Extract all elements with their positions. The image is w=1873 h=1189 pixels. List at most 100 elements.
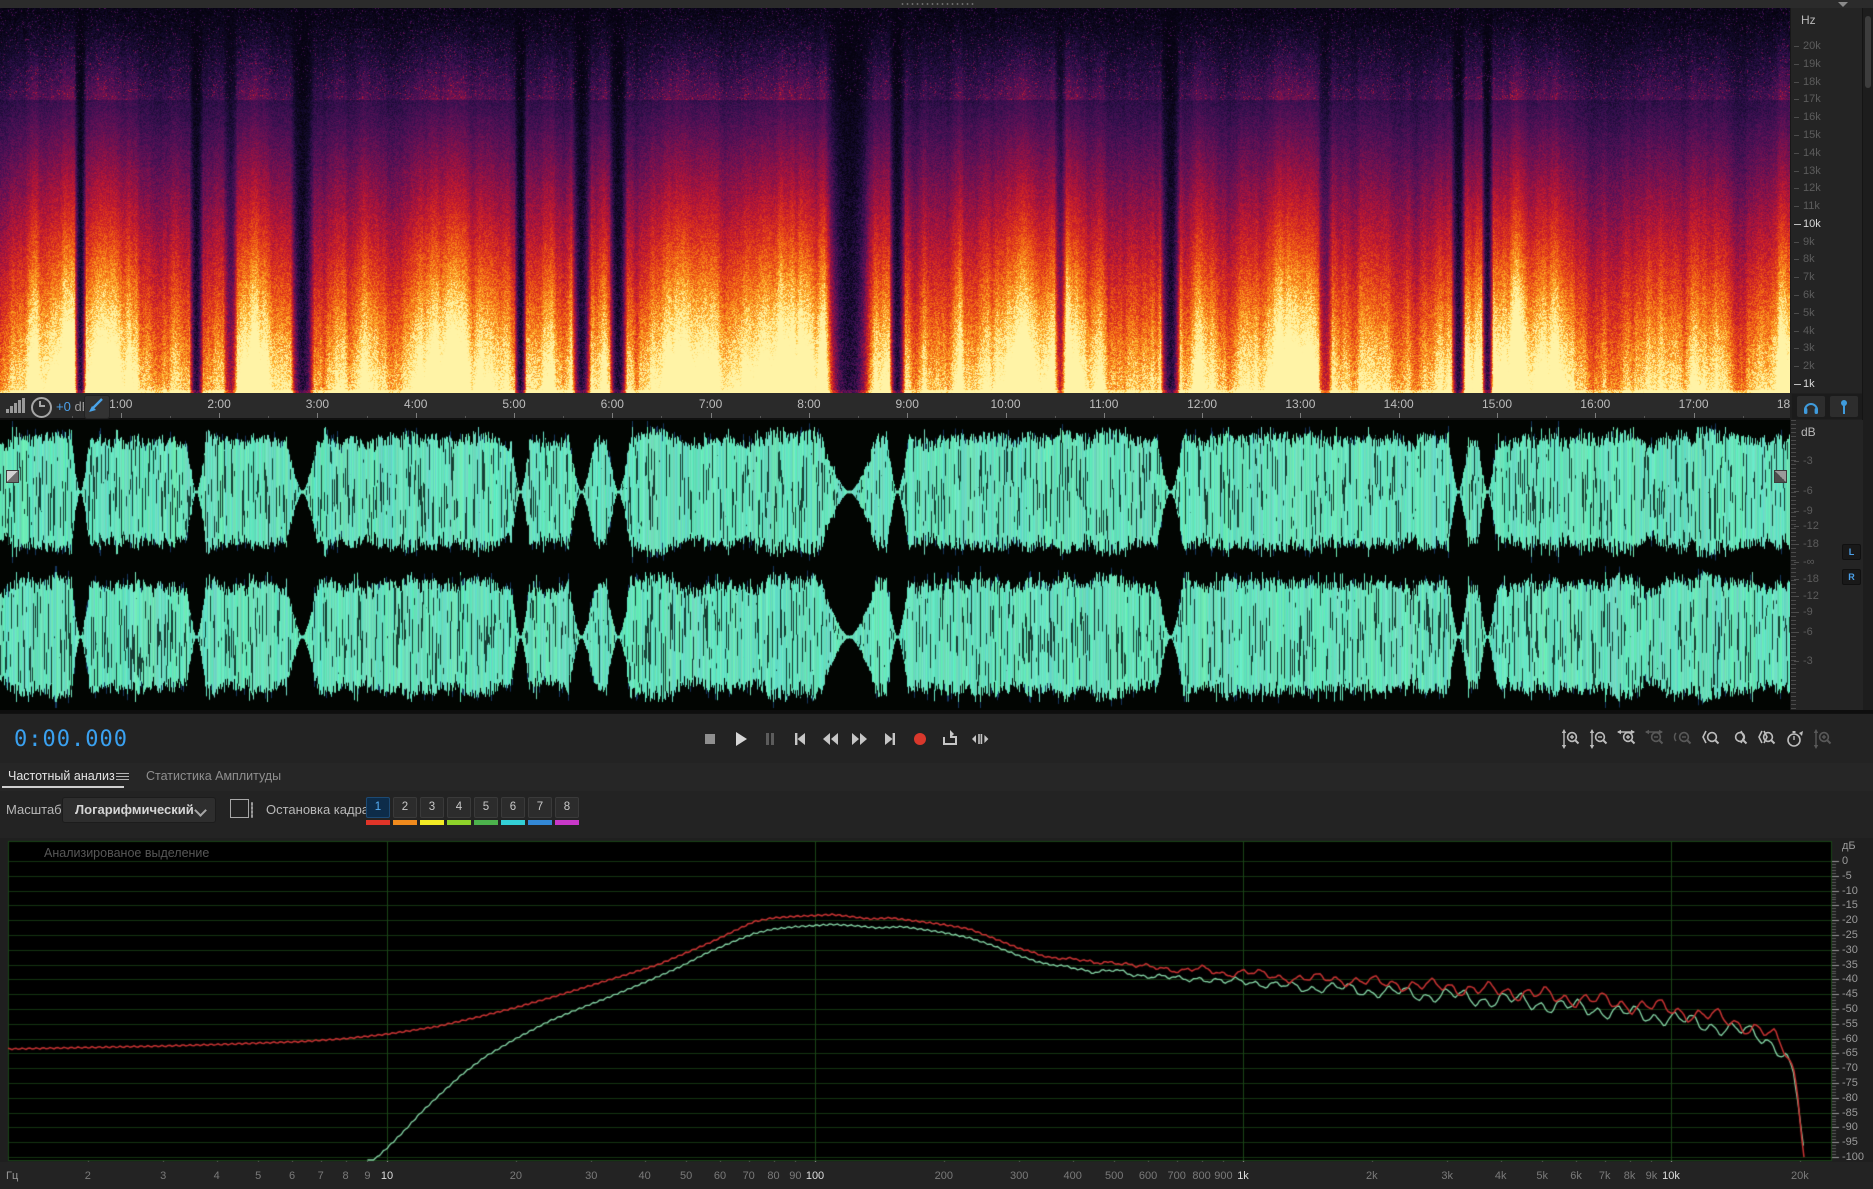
spectrogram-display[interactable] xyxy=(0,8,1790,393)
play-button[interactable] xyxy=(727,727,753,750)
vertical-scrollbar[interactable] xyxy=(1862,8,1873,715)
analysis-tab-bar: Частотный анализ Статистика Амплитуды xyxy=(0,763,1873,791)
frequency-scale[interactable]: Hz 20k 19k 18k 17k 16k 15k 14k 13k 12k 11k 10k 9k 8k… xyxy=(1790,8,1863,393)
zoom-selection-button[interactable] xyxy=(1753,727,1779,750)
freeze-frame-button-3[interactable]: 3 xyxy=(420,797,444,818)
stop-icon xyxy=(705,733,715,744)
freeze-frame-button-1[interactable]: 1 xyxy=(366,797,390,818)
y-axis-label: -95 xyxy=(1842,1136,1858,1149)
skip-start-button[interactable] xyxy=(787,727,813,750)
frequency-scale-label: 20k xyxy=(1794,40,1821,52)
frequency-scale-label: 14k xyxy=(1794,146,1821,159)
zoom-in-point-button[interactable] xyxy=(1697,727,1723,750)
grip-handle-icon[interactable] xyxy=(900,2,974,6)
scrollbar-thumb[interactable] xyxy=(1865,16,1871,88)
tab-amplitude-statistics[interactable]: Статистика Амплитуды xyxy=(146,769,281,783)
x-axis-label: 700 xyxy=(1167,1170,1186,1182)
amplitude-scale[interactable]: dB -3 -6 -9 -12 -18 -∞ -18 -12 -9 -6 -3 L R xyxy=(1790,420,1863,710)
transport-buttons xyxy=(697,727,993,750)
zoom-in-horizontal-button[interactable] xyxy=(1613,727,1639,750)
ruler-label: 17:00 xyxy=(1678,397,1709,411)
freeze-frame-button-8[interactable]: 8 xyxy=(555,797,579,818)
waveform-display[interactable] xyxy=(0,420,1790,710)
zoom-reset-button[interactable] xyxy=(1669,727,1695,750)
copy-graph-button[interactable] xyxy=(230,799,253,818)
y-axis-label: -45 xyxy=(1842,988,1858,1001)
y-axis-label: -10 xyxy=(1842,884,1858,897)
x-axis-label: 800 xyxy=(1192,1170,1211,1182)
fade-out-handle-icon[interactable] xyxy=(1774,470,1787,483)
zoom-out-vertical-button[interactable] xyxy=(1585,727,1611,750)
y-axis-label: -60 xyxy=(1842,1032,1858,1045)
freeze-frame-button-5[interactable]: 5 xyxy=(474,797,498,818)
zoom-full-button[interactable] xyxy=(1809,727,1835,750)
freeze-frame-button-7[interactable]: 7 xyxy=(528,797,552,818)
scale-label: Масштаб: xyxy=(6,802,66,817)
freeze-frame-button-4[interactable]: 4 xyxy=(447,797,471,818)
timeline-ruler[interactable]: 1:00 2:00 3:00 4:00 5:00 6:00 7:00 8:00 9:00 10:0… xyxy=(0,393,1790,421)
frequency-graph[interactable] xyxy=(0,838,1873,1168)
graph-x-axis: Гц 2 3 4 5 6 7 8 9 10 20 30 40 50 60 70 80 90 100 200 300 40… xyxy=(0,1162,1873,1189)
tab-frequency-analysis[interactable]: Частотный анализ xyxy=(8,769,115,783)
scale-select[interactable]: Логарифмический xyxy=(62,797,216,823)
record-button[interactable] xyxy=(907,727,933,750)
ruler-label: 6:00 xyxy=(600,397,624,411)
x-axis-label: 6 xyxy=(288,1170,296,1182)
zoom-in-vertical-button[interactable] xyxy=(1557,727,1583,750)
frequency-scale-label: 4k xyxy=(1794,324,1815,337)
ruler-label: 5:00 xyxy=(502,397,526,411)
fade-in-handle-icon[interactable] xyxy=(6,470,19,483)
pause-button[interactable] xyxy=(757,727,783,750)
monitor-button[interactable] xyxy=(1796,396,1825,417)
pin-hud-button[interactable] xyxy=(84,395,110,419)
freeze-frame-button-2[interactable]: 2 xyxy=(393,797,417,818)
amplitude-scale-unit: dB xyxy=(1801,425,1816,439)
freeze-color-swatch xyxy=(366,820,390,825)
loop-playback-button[interactable] xyxy=(937,727,963,750)
skip-selection-button[interactable] xyxy=(967,727,993,750)
freeze-color-swatch xyxy=(555,820,579,825)
chevron-down-icon xyxy=(194,804,207,817)
zoom-out-point-button[interactable] xyxy=(1725,727,1751,750)
ruler-label: 4:00 xyxy=(404,397,428,411)
skip-end-button[interactable] xyxy=(877,727,903,750)
ruler-label: 14:00 xyxy=(1383,397,1414,411)
channel-badge-r[interactable]: R xyxy=(1842,569,1861,585)
x-axis-label: 7 xyxy=(317,1170,324,1182)
frequency-scale-label: 1k xyxy=(1794,378,1815,390)
frequency-scale-label: 9k xyxy=(1794,235,1815,248)
stop-button[interactable] xyxy=(697,727,723,750)
zoom-out-horizontal-button[interactable] xyxy=(1641,727,1667,750)
x-axis-label: 5 xyxy=(255,1170,262,1182)
frequency-scale-label: 11k xyxy=(1794,200,1820,213)
x-axis-label: 8k xyxy=(1623,1170,1636,1182)
freeze-color-swatch xyxy=(528,820,552,825)
rewind-button[interactable] xyxy=(817,727,843,750)
fast-forward-button[interactable] xyxy=(847,727,873,750)
channel-badge-l[interactable]: L xyxy=(1842,544,1861,560)
panel-menu-icon[interactable] xyxy=(116,773,129,782)
freeze-frame-button-6[interactable]: 6 xyxy=(501,797,525,818)
zoom-playhead-button[interactable] xyxy=(1781,727,1807,750)
marker-button[interactable] xyxy=(1829,396,1858,417)
frequency-scale-label: 6k xyxy=(1794,289,1815,302)
x-axis-label: 7k xyxy=(1598,1170,1611,1182)
x-axis-unit: Гц xyxy=(6,1170,19,1182)
zoom-selection-icon xyxy=(1757,730,1775,745)
amplitude-scale-label: -6 xyxy=(1794,485,1813,497)
x-axis-label: 900 xyxy=(1214,1170,1233,1182)
amplitude-scale-label: -18 xyxy=(1794,573,1819,585)
y-axis-label: -90 xyxy=(1842,1121,1858,1134)
ruler-label: 18:00 xyxy=(1776,397,1790,411)
pause-icon xyxy=(766,732,774,745)
time-display[interactable]: 0:00.000 xyxy=(14,727,128,752)
x-axis-label: 4k xyxy=(1494,1170,1507,1182)
dropdown-arrow-icon[interactable] xyxy=(1838,2,1848,7)
zoom-in-vertical-icon xyxy=(1561,729,1579,749)
freeze-label: Остановка кадра: xyxy=(266,802,373,817)
x-axis-label: 4 xyxy=(213,1170,220,1182)
frequency-scale-label: 10k xyxy=(1794,217,1821,230)
x-axis-label: 9k xyxy=(1645,1170,1658,1182)
frequency-scale-label: 5k xyxy=(1794,306,1815,319)
amplitude-scale-label: -12 xyxy=(1794,520,1819,532)
